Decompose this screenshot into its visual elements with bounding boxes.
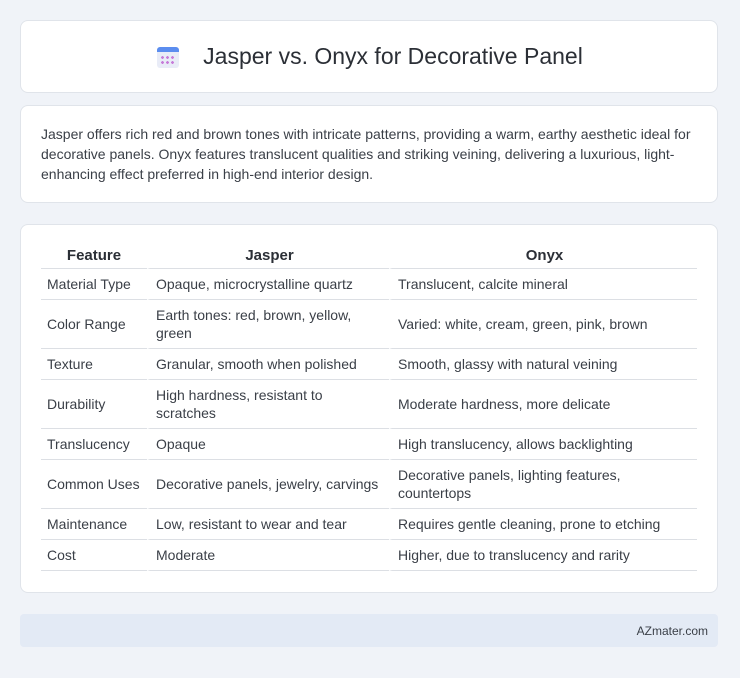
row-onyx: Decorative panels, lighting features, co…	[389, 460, 697, 509]
row-onyx: Translucent, calcite mineral	[389, 269, 697, 300]
row-onyx: Requires gentle cleaning, prone to etchi…	[389, 509, 697, 540]
calendar-icon	[155, 44, 181, 70]
row-feature: Common Uses	[41, 460, 147, 509]
title-card: Jasper vs. Onyx for Decorative Panel	[20, 20, 718, 93]
footer: AZmater.com	[20, 614, 718, 647]
row-jasper: Low, resistant to wear and tear	[147, 509, 389, 540]
table-header-row: Feature Jasper Onyx	[41, 243, 697, 269]
row-feature: Durability	[41, 380, 147, 429]
row-feature: Maintenance	[41, 509, 147, 540]
table-row: Durability High hardness, resistant to s…	[41, 380, 697, 429]
row-jasper: Earth tones: red, brown, yellow, green	[147, 300, 389, 349]
row-feature: Material Type	[41, 269, 147, 300]
row-onyx: High translucency, allows backlighting	[389, 429, 697, 460]
row-onyx: Moderate hardness, more delicate	[389, 380, 697, 429]
page-title: Jasper vs. Onyx for Decorative Panel	[203, 43, 583, 69]
row-jasper: Decorative panels, jewelry, carvings	[147, 460, 389, 509]
row-jasper: Granular, smooth when polished	[147, 349, 389, 380]
row-jasper: Opaque, microcrystalline quartz	[147, 269, 389, 300]
row-jasper: Opaque	[147, 429, 389, 460]
row-jasper: High hardness, resistant to scratches	[147, 380, 389, 429]
summary-text: Jasper offers rich red and brown tones w…	[41, 126, 691, 182]
table-row: Common Uses Decorative panels, jewelry, …	[41, 460, 697, 509]
row-jasper: Moderate	[147, 540, 389, 571]
row-onyx: Varied: white, cream, green, pink, brown	[389, 300, 697, 349]
table-row: Maintenance Low, resistant to wear and t…	[41, 509, 697, 540]
row-feature: Color Range	[41, 300, 147, 349]
header-feature: Feature	[41, 243, 147, 269]
header-onyx: Onyx	[389, 243, 697, 269]
comparison-card: Feature Jasper Onyx Material Type Opaque…	[20, 224, 718, 593]
comparison-table: Feature Jasper Onyx Material Type Opaque…	[41, 243, 697, 571]
table-row: Texture Granular, smooth when polished S…	[41, 349, 697, 380]
row-feature: Translucency	[41, 429, 147, 460]
footer-brand[interactable]: AZmater.com	[637, 624, 708, 638]
row-onyx: Smooth, glassy with natural veining	[389, 349, 697, 380]
row-feature: Texture	[41, 349, 147, 380]
table-row: Cost Moderate Higher, due to translucenc…	[41, 540, 697, 571]
summary-card: Jasper offers rich red and brown tones w…	[20, 105, 718, 203]
table-row: Translucency Opaque High translucency, a…	[41, 429, 697, 460]
row-feature: Cost	[41, 540, 147, 571]
header-jasper: Jasper	[147, 243, 389, 269]
table-row: Material Type Opaque, microcrystalline q…	[41, 269, 697, 300]
table-row: Color Range Earth tones: red, brown, yel…	[41, 300, 697, 349]
row-onyx: Higher, due to translucency and rarity	[389, 540, 697, 571]
